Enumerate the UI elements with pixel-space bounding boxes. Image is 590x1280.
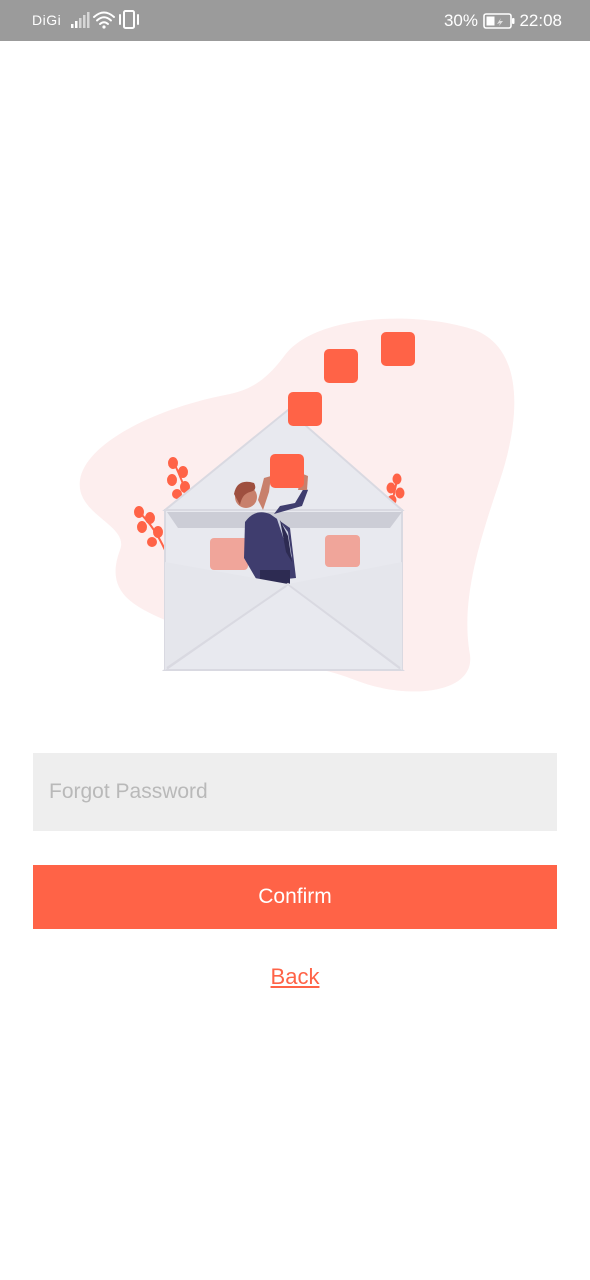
wifi-icon xyxy=(93,11,115,29)
vibrate-icon xyxy=(119,10,139,29)
status-icons xyxy=(71,10,139,29)
forgot-password-input[interactable] xyxy=(33,753,557,831)
mail-envelope-illustration xyxy=(79,318,515,692)
signal-icon xyxy=(71,12,90,28)
carrier-name: DiGi xyxy=(32,12,62,28)
battery-icon xyxy=(483,13,515,29)
battery-percent: 30% xyxy=(443,11,478,30)
back-link[interactable]: Back xyxy=(0,964,590,990)
status-bar: DiGi 30% 22:08 xyxy=(0,0,590,41)
clock: 22:08 xyxy=(519,11,562,30)
confirm-button[interactable]: Confirm xyxy=(33,865,557,929)
